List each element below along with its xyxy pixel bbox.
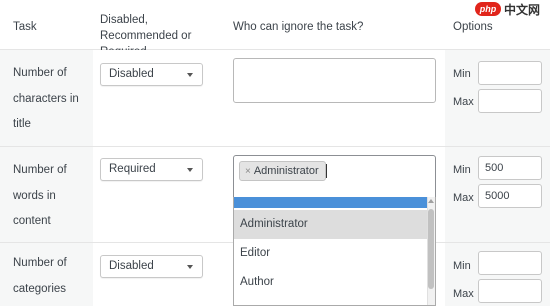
task-cell: Number of words in content <box>0 147 93 242</box>
task-label: Number of categories <box>13 257 67 295</box>
max-label: Max <box>453 96 474 108</box>
roles-dropdown: Administrator Editor Author <box>233 197 436 306</box>
chevron-down-icon <box>187 168 193 172</box>
dropdown-option-author[interactable]: Author <box>234 268 428 297</box>
tag-remove-icon[interactable]: × <box>245 166 251 177</box>
ignore-roles-multiselect[interactable]: × Administrator <box>233 155 436 200</box>
watermark-text: 中文网 <box>504 3 541 17</box>
requirement-select-value: Disabled <box>109 260 154 272</box>
dropdown-search-field[interactable] <box>234 197 428 208</box>
min-label: Min <box>453 260 471 272</box>
requirement-select-value: Disabled <box>109 68 154 80</box>
scroll-up-icon[interactable] <box>428 199 434 203</box>
header-task: Task <box>13 21 37 33</box>
table-row: Number of characters in title Disabled M… <box>0 50 550 146</box>
chevron-down-icon <box>187 73 193 77</box>
task-label: Number of words in content <box>13 164 67 227</box>
watermark: php 中文网 <box>473 0 550 18</box>
max-label: Max <box>453 192 474 204</box>
text-cursor <box>326 164 327 178</box>
ignore-roles-multiselect[interactable] <box>233 58 436 103</box>
requirement-select[interactable]: Disabled <box>100 255 203 278</box>
scrollbar-thumb[interactable] <box>428 209 434 289</box>
header-options: Options <box>453 21 493 33</box>
chevron-down-icon <box>187 265 193 269</box>
task-cell: Number of characters in title <box>0 50 93 146</box>
options-cell: Min Max <box>445 243 550 306</box>
max-input[interactable]: 5000 <box>478 184 542 208</box>
max-input[interactable] <box>478 89 542 113</box>
task-cell: Number of categories <box>0 243 93 306</box>
role-tag-label: Administrator <box>253 165 319 177</box>
task-label: Number of characters in title <box>13 67 79 130</box>
role-tag[interactable]: × Administrator <box>239 161 326 181</box>
options-cell: Min Max <box>445 50 550 146</box>
dropdown-scrollbar[interactable] <box>427 197 435 305</box>
max-input[interactable] <box>478 279 542 303</box>
max-label: Max <box>453 288 474 300</box>
min-label: Min <box>453 164 471 176</box>
watermark-logo: php <box>475 2 501 16</box>
options-cell: Min 500 Max 5000 <box>445 147 550 242</box>
min-input[interactable]: 500 <box>478 156 542 180</box>
requirement-select[interactable]: Disabled <box>100 63 203 86</box>
requirement-select-value: Required <box>109 163 156 175</box>
requirement-select[interactable]: Required <box>100 158 203 181</box>
min-label: Min <box>453 68 471 80</box>
min-input[interactable] <box>478 61 542 85</box>
table-header: Task Disabled, Recommended or Required W… <box>0 0 550 58</box>
dropdown-option-editor[interactable]: Editor <box>234 239 428 268</box>
dropdown-option-administrator[interactable]: Administrator <box>234 210 428 239</box>
header-who-can-ignore: Who can ignore the task? <box>233 21 364 33</box>
min-input[interactable] <box>478 251 542 275</box>
